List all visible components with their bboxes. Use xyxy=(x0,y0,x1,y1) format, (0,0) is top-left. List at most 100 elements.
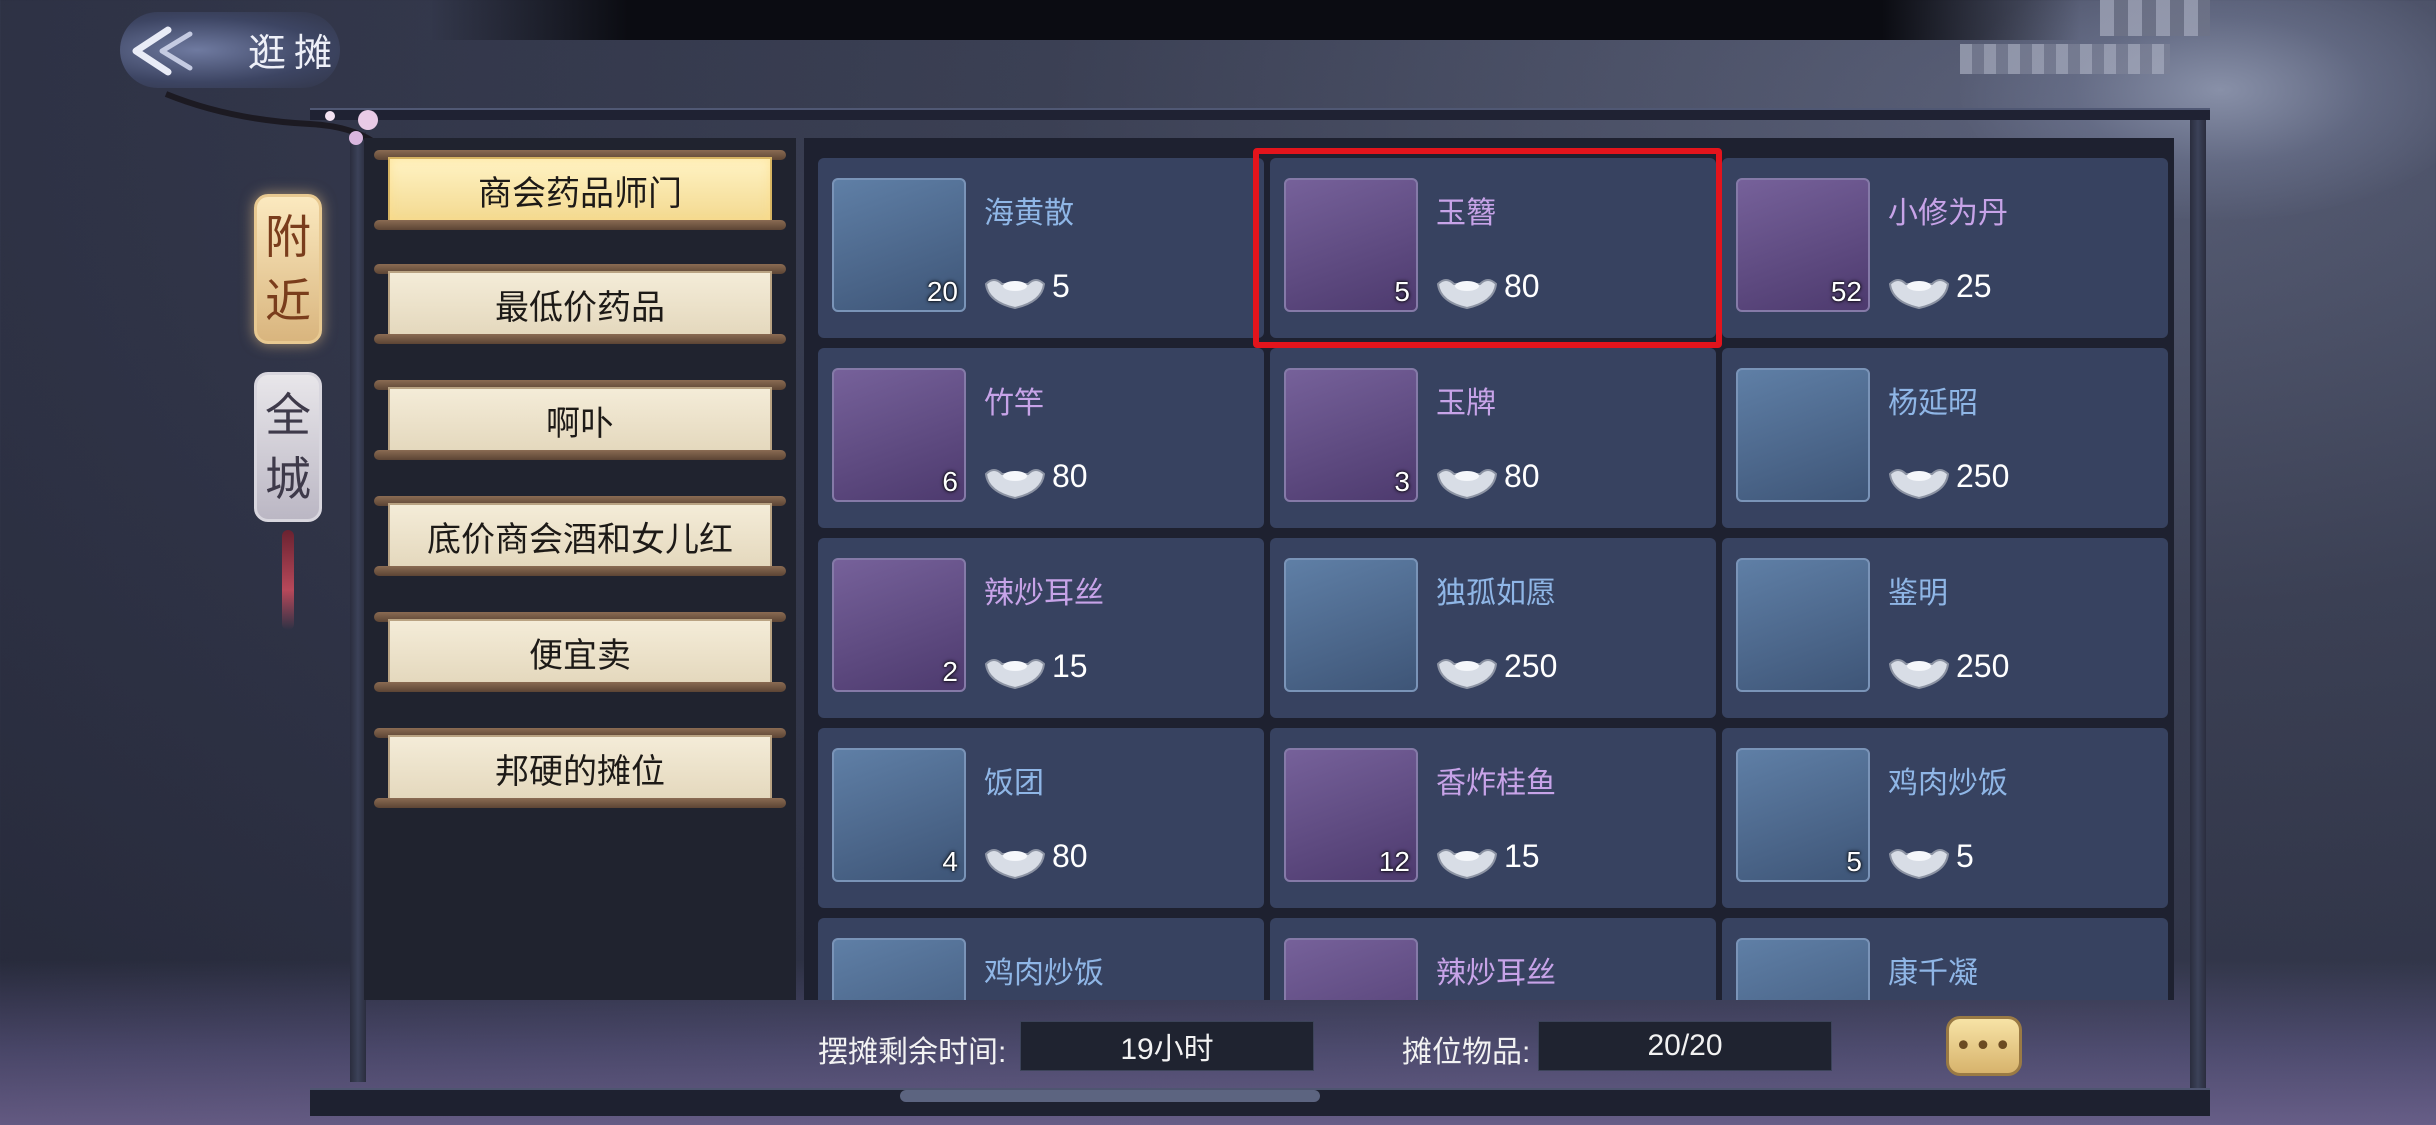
item-cell[interactable]: 4 饭团 80 xyxy=(818,728,1264,908)
silver-ingot-icon xyxy=(1436,849,1498,880)
stall-button-label: 邦硬的摊位 xyxy=(388,735,772,801)
scroll-frame-right xyxy=(2190,120,2206,1110)
stall-button[interactable]: 商会药品师门 xyxy=(374,150,786,230)
silver-ingot-icon xyxy=(984,279,1046,310)
bamboo-pole-icon: 6 xyxy=(832,368,966,502)
item-name: 鉴明 xyxy=(1888,577,1948,610)
item-cell[interactable]: 辣炒耳丝 xyxy=(1270,918,1716,1000)
item-cell[interactable]: 20 海黄散 5 xyxy=(818,158,1264,338)
item-cell[interactable]: 5 鸡肉炒饭 5 xyxy=(1722,728,2168,908)
item-price: 5 xyxy=(1956,838,1974,874)
fried-rice-icon xyxy=(832,938,966,1000)
chat-bubble-icon[interactable]: ••• xyxy=(1946,1016,2022,1076)
scroll-frame-top xyxy=(310,108,2210,120)
silver-ingot-icon xyxy=(1436,279,1498,310)
item-quantity: 52 xyxy=(1830,276,1862,307)
item-price: 15 xyxy=(1504,838,1540,874)
item-cell[interactable]: 5 玉簪 80 xyxy=(1270,158,1716,338)
stall-button-label: 商会药品师门 xyxy=(388,157,772,223)
item-cell[interactable]: 康千凝 xyxy=(1722,918,2168,1000)
item-name: 鸡肉炒饭 xyxy=(984,957,1104,990)
plum-branch-icon xyxy=(164,91,378,145)
stall-button-label: 啊卟 xyxy=(388,387,772,453)
gourd-icon: 52 xyxy=(1736,178,1870,312)
item-name: 玉簪 xyxy=(1436,197,1496,230)
stall-goods-value: 20/20 xyxy=(1538,1021,1832,1071)
tab-nearby-label: 附 xyxy=(265,210,311,264)
stall-button-label: 底价商会酒和女儿红 xyxy=(388,503,772,569)
pixelated-region xyxy=(1960,44,2170,74)
stall-button[interactable]: 底价商会酒和女儿红 xyxy=(374,496,786,576)
silver-ingot-icon xyxy=(984,659,1046,690)
jade-pendant-icon: 3 xyxy=(1284,368,1418,502)
item-quantity: 6 xyxy=(942,466,958,497)
stall-button[interactable]: 啊卟 xyxy=(374,380,786,460)
tab-whole-city-label: 全 xyxy=(265,388,311,442)
stall-goods-label: 摊位物品: xyxy=(1402,1036,1531,1069)
stall-button[interactable]: 最低价药品 xyxy=(374,264,786,344)
tab-whole-city-label: 城 xyxy=(265,452,311,506)
item-price: 80 xyxy=(1052,838,1088,874)
item-quantity: 12 xyxy=(1378,846,1410,877)
item-name: 鸡肉炒饭 xyxy=(1888,767,2008,800)
item-name: 竹竿 xyxy=(984,387,1044,420)
item-price: 80 xyxy=(1504,268,1540,304)
character-portrait-icon xyxy=(1736,938,1870,1000)
item-cell[interactable]: 3 玉牌 80 xyxy=(1270,348,1716,528)
item-name: 康千凝 xyxy=(1888,957,1978,990)
item-cell[interactable]: 独孤如愿 250 xyxy=(1270,538,1716,718)
silver-ingot-icon xyxy=(1888,469,1950,500)
blue-powder-bottle-icon: 20 xyxy=(832,178,966,312)
item-quantity: 5 xyxy=(1394,276,1410,307)
item-cell[interactable]: 2 辣炒耳丝 15 xyxy=(818,538,1264,718)
item-price: 80 xyxy=(1504,458,1540,494)
character-portrait-icon xyxy=(1736,368,1870,502)
item-name: 杨延昭 xyxy=(1888,387,1978,420)
item-name: 海黄散 xyxy=(984,197,1074,230)
item-quantity: 2 xyxy=(942,656,958,687)
stall-button[interactable]: 便宜卖 xyxy=(374,612,786,692)
remaining-time-label: 摆摊剩余时间: xyxy=(818,1036,1007,1069)
jade-hairpin-icon: 5 xyxy=(1284,178,1418,312)
item-name: 辣炒耳丝 xyxy=(1436,957,1556,990)
fried-rice-icon: 5 xyxy=(1736,748,1870,882)
item-name: 饭团 xyxy=(984,767,1044,800)
item-quantity: 4 xyxy=(942,846,958,877)
pixelated-region xyxy=(2100,0,2210,36)
item-cell[interactable]: 12 香炸桂鱼 15 xyxy=(1270,728,1716,908)
tab-whole-city[interactable]: 全 城 xyxy=(254,372,322,522)
item-name: 独孤如愿 xyxy=(1436,577,1556,610)
silver-ingot-icon xyxy=(1888,849,1950,880)
fried-dish-icon: 2 xyxy=(832,558,966,692)
stall-button-label: 最低价药品 xyxy=(388,271,772,337)
stall-list: 商会药品师门 最低价药品 啊卟 底价商会酒和女儿红 便宜卖 邦硬的摊位 xyxy=(364,138,796,1000)
monk-portrait-icon xyxy=(1736,558,1870,692)
stall-button-label: 便宜卖 xyxy=(388,619,772,685)
silver-ingot-icon xyxy=(1436,469,1498,500)
page-title: 逛摊 xyxy=(248,31,341,75)
item-cell[interactable]: 鸡肉炒饭 xyxy=(818,918,1264,1000)
silver-ingot-icon xyxy=(1436,659,1498,690)
item-cell[interactable]: 52 小修为丹 25 xyxy=(1722,158,2168,338)
item-cell[interactable]: 鉴明 250 xyxy=(1722,538,2168,718)
remaining-time-value: 19小时 xyxy=(1020,1021,1314,1071)
item-price: 250 xyxy=(1956,648,2010,684)
fried-dish-icon xyxy=(1284,938,1418,1000)
item-quantity: 3 xyxy=(1394,466,1410,497)
item-cell[interactable]: 杨延昭 250 xyxy=(1722,348,2168,528)
tab-nearby[interactable]: 附 近 xyxy=(254,194,322,344)
item-cell[interactable]: 6 竹竿 80 xyxy=(818,348,1264,528)
horizontal-scrollbar[interactable] xyxy=(900,1090,1320,1102)
item-name: 小修为丹 xyxy=(1888,197,2008,230)
item-price: 80 xyxy=(1052,458,1088,494)
elder-portrait-icon xyxy=(1284,558,1418,692)
top-dark-band xyxy=(430,0,2080,40)
item-price: 250 xyxy=(1956,458,2010,494)
item-price: 25 xyxy=(1956,268,1992,304)
item-quantity: 5 xyxy=(1846,846,1862,877)
tassel-decoration xyxy=(282,530,294,630)
stall-button[interactable]: 邦硬的摊位 xyxy=(374,728,786,808)
item-price: 250 xyxy=(1504,648,1558,684)
silver-ingot-icon xyxy=(984,849,1046,880)
item-price: 15 xyxy=(1052,648,1088,684)
